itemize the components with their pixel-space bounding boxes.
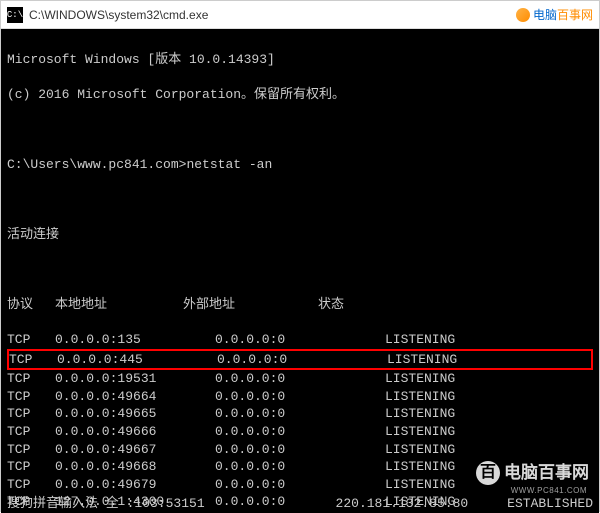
brand-logo-icon	[516, 8, 530, 22]
cell-proto: TCP	[7, 476, 55, 494]
cell-foreign: 0.0.0.0:0	[215, 388, 385, 406]
table-row: TCP0.0.0.0:496660.0.0.0:0LISTENING	[7, 423, 593, 441]
cell-local: 0.0.0.0:49664	[55, 388, 215, 406]
section-label: 活动连接	[7, 226, 593, 244]
cell-proto: TCP	[7, 441, 55, 459]
prompt-path: C:\Users\www.pc841.com>	[7, 157, 186, 172]
cell-state: LISTENING	[385, 458, 455, 476]
ime-left: 搜狗拼音输入法 全 :103:53151	[7, 495, 205, 513]
table-row: TCP0.0.0.0:496670.0.0.0:0LISTENING	[7, 441, 593, 459]
brand-text-orange: 百事网	[557, 6, 593, 23]
table-row: TCP0.0.0.0:195310.0.0.0:0LISTENING	[7, 370, 593, 388]
cell-local: 0.0.0.0:49667	[55, 441, 215, 459]
header-foreign: 外部地址	[183, 296, 318, 314]
window-title: C:\WINDOWS\system32\cmd.exe	[29, 8, 516, 22]
cell-foreign: 0.0.0.0:0	[215, 370, 385, 388]
cell-proto: TCP	[7, 458, 55, 476]
cell-proto: TCP	[9, 351, 57, 369]
terminal-output[interactable]: Microsoft Windows [版本 10.0.14393] (c) 20…	[1, 29, 599, 513]
table-row: TCP0.0.0.0:4450.0.0.0:0LISTENING	[7, 349, 593, 371]
cell-foreign: 0.0.0.0:0	[215, 331, 385, 349]
ime-right: 220.181.132.85:80 ESTABLISHED	[336, 495, 593, 513]
header-state: 状态	[318, 296, 344, 314]
cell-foreign: 0.0.0.0:0	[215, 405, 385, 423]
cell-local: 0.0.0.0:49665	[55, 405, 215, 423]
watermark-icon: 百	[476, 461, 500, 485]
cell-local: 0.0.0.0:135	[55, 331, 215, 349]
blank-line	[7, 261, 593, 279]
banner-line-1: Microsoft Windows [版本 10.0.14393]	[7, 51, 593, 69]
watermark-text: 电脑百事网	[504, 462, 589, 485]
cell-state: LISTENING	[387, 351, 457, 369]
watermark: 百 电脑百事网 WWW.PC841.COM	[476, 461, 589, 485]
blank-line	[7, 191, 593, 209]
cell-proto: TCP	[7, 370, 55, 388]
site-brand-top: 电脑百事网	[516, 6, 593, 23]
cell-state: LISTENING	[385, 441, 455, 459]
column-headers: 协议本地地址外部地址状态	[7, 296, 593, 314]
cell-foreign: 0.0.0.0:0	[215, 476, 385, 494]
cell-local: 0.0.0.0:49679	[55, 476, 215, 494]
cell-local: 0.0.0.0:19531	[55, 370, 215, 388]
cell-foreign: 0.0.0.0:0	[217, 351, 387, 369]
cell-state: LISTENING	[385, 405, 455, 423]
table-row: TCP0.0.0.0:496650.0.0.0:0LISTENING	[7, 405, 593, 423]
window-titlebar[interactable]: C:\ C:\WINDOWS\system32\cmd.exe 电脑百事网	[1, 1, 599, 29]
cell-state: LISTENING	[385, 423, 455, 441]
typed-command: netstat -an	[186, 157, 272, 172]
cell-local: 0.0.0.0:49666	[55, 423, 215, 441]
ime-status-bar: 搜狗拼音输入法 全 :103:53151 220.181.132.85:80 E…	[1, 495, 599, 513]
banner-line-2: (c) 2016 Microsoft Corporation。保留所有权利。	[7, 86, 593, 104]
cell-proto: TCP	[7, 405, 55, 423]
cell-state: LISTENING	[385, 370, 455, 388]
cell-proto: TCP	[7, 331, 55, 349]
cell-state: LISTENING	[385, 476, 455, 494]
cell-state: LISTENING	[385, 331, 455, 349]
cell-foreign: 0.0.0.0:0	[215, 458, 385, 476]
cell-local: 0.0.0.0:49668	[55, 458, 215, 476]
table-row: TCP0.0.0.0:496640.0.0.0:0LISTENING	[7, 388, 593, 406]
header-proto: 协议	[7, 296, 55, 314]
table-row: TCP0.0.0.0:1350.0.0.0:0LISTENING	[7, 331, 593, 349]
cell-proto: TCP	[7, 388, 55, 406]
cmd-icon: C:\	[7, 7, 23, 23]
cell-local: 0.0.0.0:445	[57, 351, 217, 369]
brand-text-blue: 电脑	[533, 6, 557, 23]
cell-foreign: 0.0.0.0:0	[215, 423, 385, 441]
blank-line	[7, 121, 593, 139]
prompt-line: C:\Users\www.pc841.com>netstat -an	[7, 156, 593, 174]
cell-foreign: 0.0.0.0:0	[215, 441, 385, 459]
cell-proto: TCP	[7, 423, 55, 441]
header-local: 本地地址	[55, 296, 183, 314]
cell-state: LISTENING	[385, 388, 455, 406]
